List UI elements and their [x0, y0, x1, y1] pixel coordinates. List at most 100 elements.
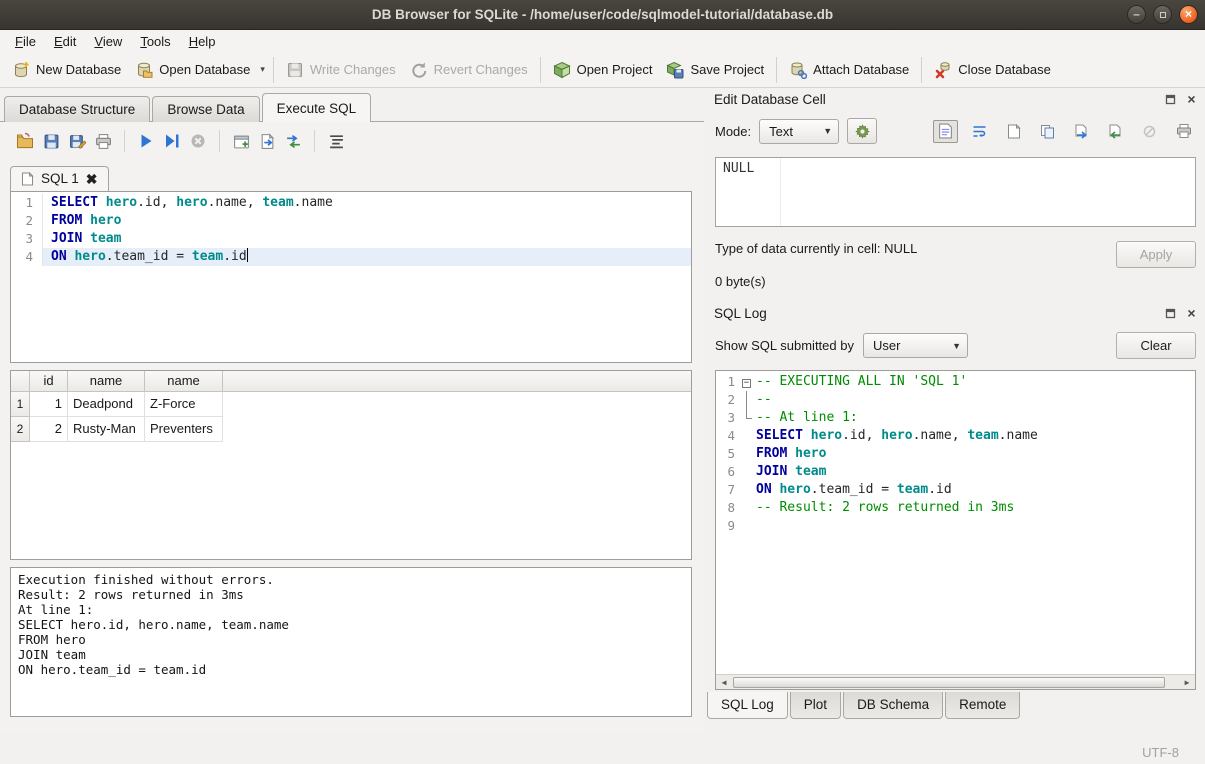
button-label: Close Database — [958, 62, 1051, 77]
save-project-button[interactable]: Save Project — [659, 57, 771, 83]
print-cell-button[interactable] — [1171, 120, 1196, 143]
scroll-right-icon[interactable]: ▶ — [1179, 678, 1195, 687]
sql-editor[interactable]: 1SELECT hero.id, hero.name, team.name2FR… — [10, 191, 692, 363]
tab-execute-sql[interactable]: Execute SQL — [262, 93, 372, 122]
editor-line[interactable]: 4ON hero.team_id = team.id — [11, 248, 691, 266]
tab-plot[interactable]: Plot — [790, 692, 841, 719]
scrollbar-thumb[interactable] — [733, 677, 1165, 688]
minimize-button[interactable]: – — [1127, 5, 1146, 24]
new-database-button[interactable]: New Database — [5, 57, 128, 83]
format-sql-button[interactable] — [323, 129, 349, 153]
sql-doc-tab[interactable]: SQL 1 ✖ — [10, 166, 109, 191]
new-sql-tab-button[interactable] — [228, 129, 254, 153]
button-label: Revert Changes — [434, 62, 528, 77]
open-cell-data-button[interactable] — [1001, 120, 1026, 143]
cell-edit-actions — [933, 120, 1196, 143]
sql-log-dock-title[interactable]: SQL Log × — [706, 302, 1205, 324]
tab-browse-data[interactable]: Browse Data — [152, 96, 259, 122]
line-number: 5 — [716, 445, 740, 463]
maximize-button[interactable] — [1153, 5, 1172, 24]
export-cell-data-button[interactable] — [1103, 120, 1128, 143]
editor-line[interactable]: 2FROM hero — [11, 212, 691, 230]
column-header[interactable]: name — [68, 371, 145, 391]
menu-view[interactable]: View — [85, 32, 131, 51]
table-cell[interactable]: 1 — [30, 392, 68, 417]
horizontal-scrollbar[interactable]: ◀ ▶ — [716, 674, 1195, 689]
import-cell-data-button[interactable] — [1069, 120, 1094, 143]
editor-line[interactable]: 1SELECT hero.id, hero.name, team.name — [11, 194, 691, 212]
print-sql-button[interactable] — [90, 129, 116, 153]
row-header[interactable]: 2 — [11, 417, 30, 442]
fold-column — [740, 445, 756, 463]
close-database-button[interactable]: Close Database — [927, 57, 1058, 83]
table-cell[interactable]: Rusty-Man — [68, 417, 145, 442]
log-line: 2-- — [716, 391, 1195, 409]
open-sql-file-button[interactable] — [12, 129, 38, 153]
menu-edit[interactable]: Edit — [45, 32, 85, 51]
open-sql-in-tab-button[interactable] — [254, 129, 280, 153]
cell-value-editor[interactable]: NULL — [715, 157, 1196, 227]
log-line: 4SELECT hero.id, hero.name, team.name — [716, 427, 1195, 445]
open-project-button[interactable]: Open Project — [546, 57, 660, 83]
sql-doc-tab-bar: SQL 1 ✖ — [10, 166, 704, 191]
revert-changes-icon — [410, 61, 428, 79]
column-header[interactable]: name — [145, 371, 223, 391]
sql-file-icon — [21, 172, 34, 186]
text-mode-button[interactable] — [933, 120, 958, 143]
sql-log-view[interactable]: 1−-- EXECUTING ALL IN 'SQL 1'2--3-- At l… — [715, 370, 1196, 690]
title-bar[interactable]: DB Browser for SQLite - /home/user/code/… — [0, 0, 1205, 30]
chevron-down-icon: ▼ — [952, 341, 961, 351]
tab-label: SQL Log — [721, 697, 774, 712]
close-dock-icon[interactable]: × — [1184, 92, 1199, 107]
fold-collapse-icon[interactable]: − — [742, 379, 751, 388]
main-toolbar: New Database Open Database ▾ Write Chang… — [0, 52, 1205, 88]
table-row[interactable]: 22Rusty-ManPreventers — [11, 417, 223, 442]
table-cell[interactable]: Z-Force — [145, 392, 223, 417]
mode-combobox[interactable]: Text ▼ — [759, 119, 839, 144]
clear-log-button[interactable]: Clear — [1116, 332, 1196, 359]
close-button[interactable]: × — [1179, 5, 1198, 24]
close-dock-icon[interactable]: × — [1184, 306, 1199, 321]
execute-all-button[interactable] — [133, 129, 159, 153]
table-row[interactable]: 11DeadpondZ-Force — [11, 392, 223, 417]
button-label: New Database — [36, 62, 121, 77]
execute-current-line-button[interactable] — [159, 129, 185, 153]
column-header[interactable]: id — [30, 371, 68, 391]
editor-line[interactable]: 3JOIN team — [11, 230, 691, 248]
table-corner[interactable] — [11, 371, 30, 391]
table-cell[interactable]: Deadpond — [68, 392, 145, 417]
scroll-left-icon[interactable]: ◀ — [716, 678, 732, 687]
row-header[interactable]: 1 — [11, 392, 30, 417]
cell-size-info: 0 byte(s) — [706, 268, 1205, 289]
fold-column — [740, 499, 756, 517]
float-dock-icon[interactable] — [1163, 92, 1178, 107]
tab-sql-log[interactable]: SQL Log — [707, 692, 788, 719]
save-sql-file-as-button[interactable] — [64, 129, 90, 153]
float-dock-icon[interactable] — [1163, 306, 1178, 321]
table-cell[interactable]: Preventers — [145, 417, 223, 442]
tab-database-structure[interactable]: Database Structure — [4, 96, 150, 122]
menu-help[interactable]: Help — [180, 32, 225, 51]
execution-message[interactable]: Execution finished without errors. Resul… — [10, 567, 692, 717]
open-database-dropdown[interactable]: ▾ — [257, 60, 268, 79]
copy-cell-button[interactable] — [1035, 120, 1060, 143]
attach-database-button[interactable]: Attach Database — [782, 57, 916, 83]
toolbar-separator — [921, 57, 922, 83]
edit-cell-dock-title[interactable]: Edit Database Cell × — [706, 88, 1205, 110]
line-number: 2 — [11, 212, 43, 230]
encoding-indicator[interactable]: UTF-8 — [1142, 745, 1179, 760]
word-wrap-button[interactable] — [967, 120, 992, 143]
fold-column — [740, 463, 756, 481]
log-filter-combobox[interactable]: User ▼ — [863, 333, 968, 358]
menu-tools[interactable]: Tools — [131, 32, 179, 51]
table-cell[interactable]: 2 — [30, 417, 68, 442]
tab-db-schema[interactable]: DB Schema — [843, 692, 943, 719]
close-tab-icon[interactable]: ✖ — [86, 173, 98, 185]
find-replace-button[interactable] — [280, 129, 306, 153]
save-sql-file-button[interactable] — [38, 129, 64, 153]
open-project-icon — [553, 61, 571, 79]
tab-remote[interactable]: Remote — [945, 692, 1020, 719]
mode-settings-button[interactable] — [847, 118, 877, 144]
menu-file[interactable]: File — [6, 32, 45, 51]
open-database-button[interactable]: Open Database — [128, 57, 257, 83]
